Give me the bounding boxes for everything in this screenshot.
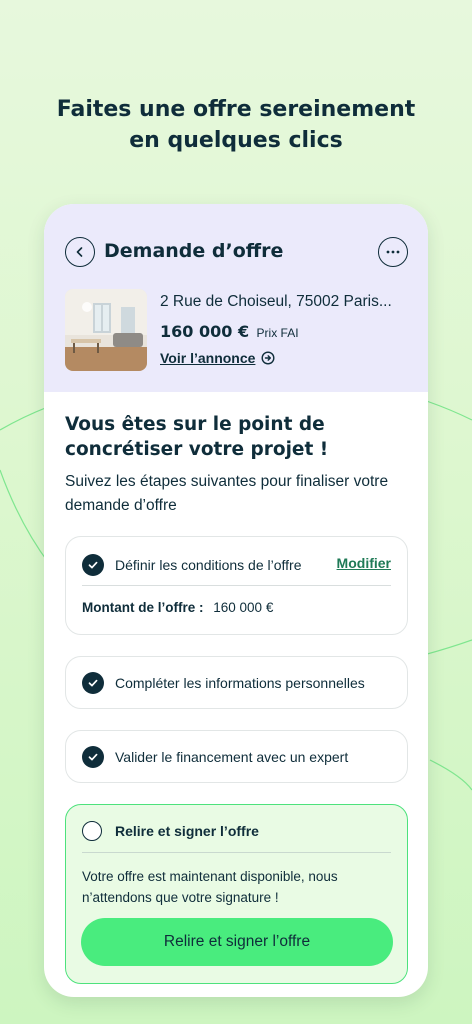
sign-description: Votre offre est maintenant disponible, n… — [82, 869, 338, 905]
divider — [82, 585, 391, 586]
step-label: Relire et signer l’offre — [115, 823, 259, 839]
screen-title: Demande d’offre — [104, 240, 284, 262]
view-listing-label: Voir l’annonce — [160, 350, 256, 366]
step-review-sign: Relire et signer l’offre Votre offre est… — [65, 804, 408, 984]
step-validate-financing[interactable]: Valider le financement avec un expert — [65, 730, 408, 783]
step-personal-info[interactable]: Compléter les informations personnelles — [65, 656, 408, 709]
property-price-row: 160 000 € Prix FAI — [160, 322, 299, 342]
property-address: 2 Rue de Choiseul, 75002 Paris... — [160, 293, 392, 310]
review-sign-button[interactable]: Relire et signer l’offre — [81, 918, 393, 966]
check-circle-icon — [82, 672, 104, 694]
property-photo[interactable] — [65, 289, 147, 371]
step-label: Définir les conditions de l’offre — [115, 557, 302, 573]
offer-amount-label: Montant de l’offre : — [82, 600, 204, 615]
check-circle-icon — [82, 746, 104, 768]
intro-subtitle: Suivez les étapes suivantes pour finalis… — [65, 473, 389, 514]
view-listing-link[interactable]: Voir l’annonce — [160, 350, 275, 366]
offer-amount: Montant de l’offre : 160 000 € — [82, 600, 273, 615]
modify-link[interactable]: Modifier — [337, 555, 391, 571]
page-headline: Faites une offre sereinement en quelques… — [0, 94, 472, 156]
chevron-left-icon — [76, 247, 83, 257]
radio-circle-icon — [82, 821, 102, 841]
headline-line-2: en quelques clics — [129, 128, 343, 153]
phone-mockup: Demande d’offre 2 Rue de Choiseul, 75002… — [44, 204, 428, 997]
more-horizontal-icon — [386, 250, 400, 254]
step-define-conditions: Définir les conditions de l’offre Modifi… — [65, 536, 408, 635]
back-button[interactable] — [65, 237, 95, 267]
property-price: 160 000 € — [160, 322, 250, 341]
divider — [82, 852, 391, 853]
intro-title: Vous êtes sur le point de concrétiser vo… — [65, 414, 329, 460]
headline-line-1: Faites une offre sereinement — [56, 97, 416, 122]
offer-amount-value: 160 000 € — [213, 600, 274, 615]
arrow-right-circle-icon — [261, 351, 275, 365]
more-options-button[interactable] — [378, 237, 408, 267]
price-note: Prix FAI — [256, 326, 299, 340]
step-label: Compléter les informations personnelles — [115, 675, 365, 691]
step-label: Valider le financement avec un expert — [115, 749, 349, 765]
offer-header: Demande d’offre 2 Rue de Choiseul, 75002… — [44, 204, 428, 392]
check-circle-icon — [82, 554, 104, 576]
